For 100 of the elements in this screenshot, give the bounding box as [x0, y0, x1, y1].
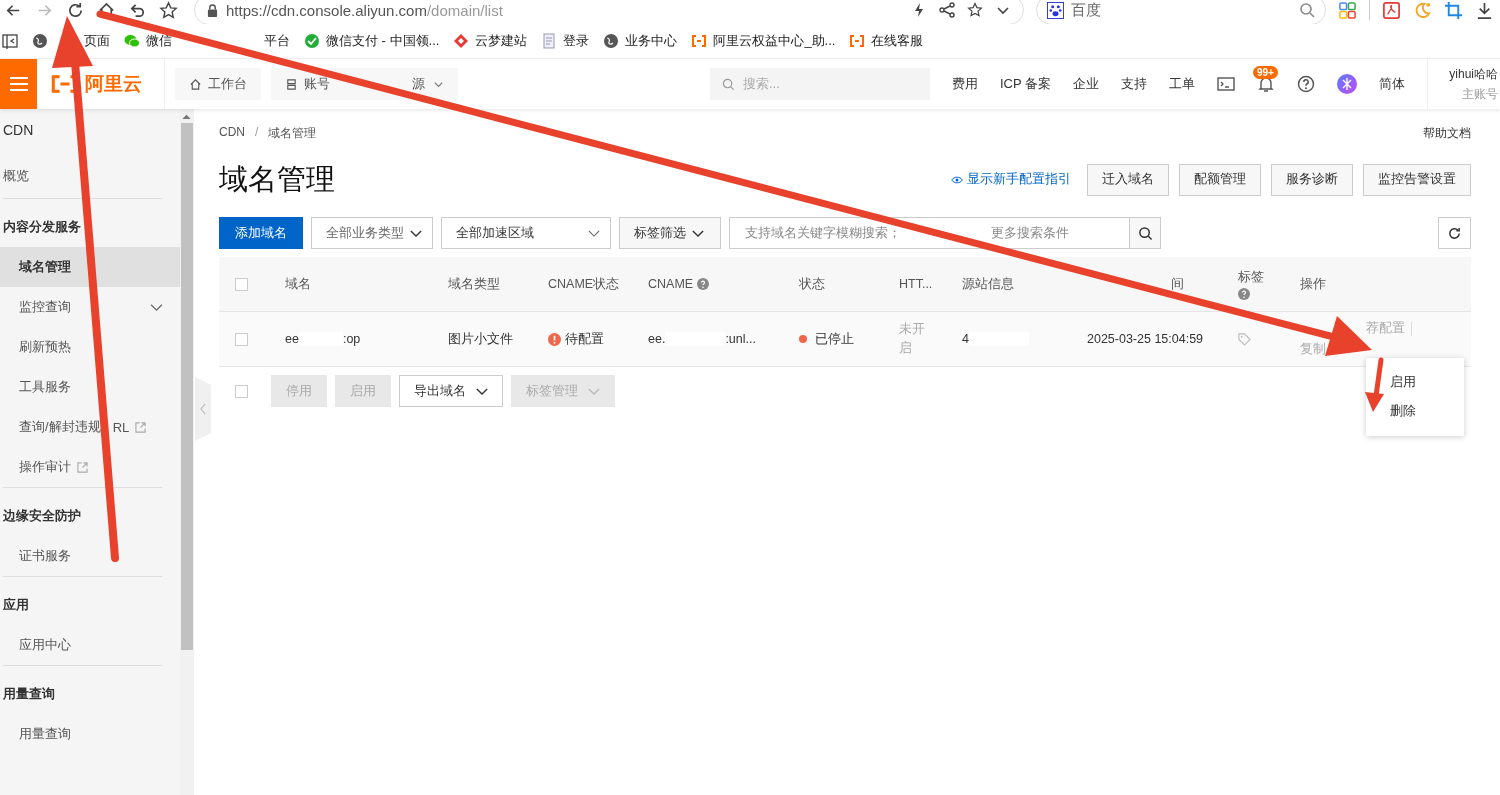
bookmark-link[interactable]: 云梦建站	[453, 32, 528, 50]
user-name[interactable]: yihui哈哈	[1449, 65, 1498, 83]
sidebar-item[interactable]: 查询/解封违规 RL	[0, 407, 180, 447]
help-link[interactable]: 帮助文档	[1423, 124, 1471, 142]
page-title: 域名管理	[219, 161, 335, 197]
bracket-logo-icon	[691, 33, 708, 49]
bookmark-link[interactable]: 业务中心	[603, 32, 678, 50]
dropdown-button[interactable]: 导出域名	[399, 375, 503, 407]
business-type-select[interactable]: 全部业务类型	[311, 217, 433, 249]
action-button[interactable]: 配额管理	[1179, 163, 1261, 196]
action-button[interactable]: 迁入域名	[1087, 163, 1169, 196]
table-cell-text: 未开启	[899, 321, 926, 357]
menu-item[interactable]: 删除	[1366, 397, 1464, 426]
region-select[interactable]: 全部加速区域	[441, 217, 611, 249]
sidebar-item[interactable]: 证书服务	[0, 536, 180, 576]
column-header: CNAME	[648, 277, 694, 291]
sidebar-item[interactable]: 用量查询	[0, 714, 180, 754]
breadcrumb-link[interactable]: CDN	[219, 124, 245, 142]
table-cell: 4	[962, 332, 969, 346]
search-icon[interactable]	[1299, 2, 1315, 18]
chat-bubble-icon	[124, 33, 140, 49]
collapse-handle[interactable]	[195, 377, 211, 441]
add-domain-button[interactable]: 添加域名	[219, 217, 303, 249]
scrollbar-thumb[interactable]	[181, 123, 193, 650]
globe-icon	[603, 33, 620, 49]
sidebar-item[interactable]: 监控查询	[0, 287, 180, 327]
sidebar-title: CDN	[2, 121, 35, 140]
breadcrumb-link[interactable]: 域名管理	[268, 124, 317, 142]
apps-icon[interactable]	[1338, 0, 1357, 20]
crop-icon[interactable]	[1444, 0, 1463, 20]
chevron-down-icon	[150, 302, 163, 312]
sidebar-item[interactable]: 应用中心	[0, 625, 180, 665]
star-icon[interactable]	[967, 2, 983, 18]
bookmark-link[interactable]: 微信 平台	[124, 32, 290, 50]
language-link[interactable]: 简体	[1379, 75, 1405, 93]
lock-icon	[207, 3, 218, 17]
menu-item[interactable]: 启用	[1366, 368, 1464, 397]
table-cell: :op	[342, 332, 361, 346]
external-link-icon	[135, 421, 147, 433]
star-icon[interactable]	[159, 0, 178, 20]
sidebar-item[interactable]: 刷新预热	[0, 327, 180, 367]
header-link[interactable]: 费用	[951, 75, 978, 93]
bookmark-link[interactable]: 在线客服	[849, 32, 924, 50]
column-header: CNAME状态	[548, 275, 620, 293]
help-icon[interactable]	[1238, 287, 1250, 300]
menu-button[interactable]	[0, 59, 37, 109]
bookmark-link[interactable]: 登录	[541, 32, 590, 50]
row-checkbox[interactable]	[235, 332, 248, 346]
download-icon[interactable]	[1475, 0, 1494, 20]
column-header: 状态	[799, 275, 825, 293]
pdf-icon[interactable]	[1382, 0, 1401, 20]
tag-filter-button[interactable]: 标签筛选	[619, 217, 721, 249]
refresh-button[interactable]	[1438, 217, 1471, 249]
search-field[interactable]: 支持域名关键字模糊搜索； 更多搜索条件	[729, 217, 1130, 249]
action-button[interactable]: 监控告警设置	[1363, 163, 1471, 196]
header-link[interactable]: 企业	[1073, 75, 1099, 93]
table-cell: 2025-03-25 15:04:59	[1087, 332, 1204, 346]
chevron-down-icon	[588, 386, 600, 396]
select-all-checkbox[interactable]	[235, 277, 248, 291]
search-icon	[1137, 225, 1153, 241]
external-link-icon	[77, 461, 88, 473]
home-icon	[189, 77, 202, 91]
sidebar-group-title: 应用	[2, 596, 30, 614]
column-header: 标签	[1238, 268, 1264, 286]
bookmark-link[interactable]: 阿里云权益中心_助...	[691, 32, 836, 50]
refresh-icon	[1447, 225, 1462, 241]
assistant-icon[interactable]	[1337, 74, 1357, 94]
diamond-icon	[453, 33, 470, 49]
column-header: 域名类型	[448, 275, 500, 293]
user-role: 主账号	[1462, 85, 1498, 103]
reload-icon[interactable]	[66, 0, 85, 20]
globe-icon	[32, 33, 48, 49]
terminal-icon[interactable]	[1217, 75, 1235, 93]
help-icon[interactable]	[1297, 75, 1315, 93]
sidebar-item[interactable]: 概览	[0, 153, 180, 198]
scroll-up-icon[interactable]	[182, 114, 191, 119]
breadcrumb-separator: /	[255, 124, 259, 141]
chevron-down-icon	[692, 228, 704, 238]
action-button[interactable]: 服务诊断	[1271, 163, 1353, 196]
header-link[interactable]: ICP 备案	[999, 75, 1051, 93]
bookmark-link[interactable]: 微信支付 - 中国领...	[304, 32, 440, 50]
sidebar-group-title: 内容分发服务	[2, 218, 82, 236]
sidebar-toggle-icon[interactable]	[2, 33, 18, 49]
column-header: 操作	[1300, 275, 1326, 293]
menu-icon	[8, 76, 29, 92]
search-button[interactable]	[1129, 217, 1161, 249]
sidebar-item[interactable]: 域名管理	[0, 247, 180, 287]
guide-link[interactable]: 显示新手配置指引	[951, 171, 1071, 188]
help-icon[interactable]	[697, 278, 710, 290]
table-cell: :unl...	[725, 332, 756, 346]
sidebar-group-title: 用量查询	[2, 686, 56, 703]
workbench-button[interactable]: 工作台	[175, 68, 261, 100]
bookmark-link[interactable]: 页面	[32, 32, 110, 50]
header-link[interactable]: 工单	[1169, 75, 1195, 93]
chevron-down-icon	[410, 228, 422, 238]
sidebar-item[interactable]: 工具服务	[0, 367, 180, 407]
sidebar-item[interactable]: 操作审计	[0, 447, 180, 487]
share-icon[interactable]	[939, 2, 955, 18]
header-link[interactable]: 支持	[1121, 75, 1147, 93]
footer-checkbox[interactable]	[235, 384, 248, 398]
